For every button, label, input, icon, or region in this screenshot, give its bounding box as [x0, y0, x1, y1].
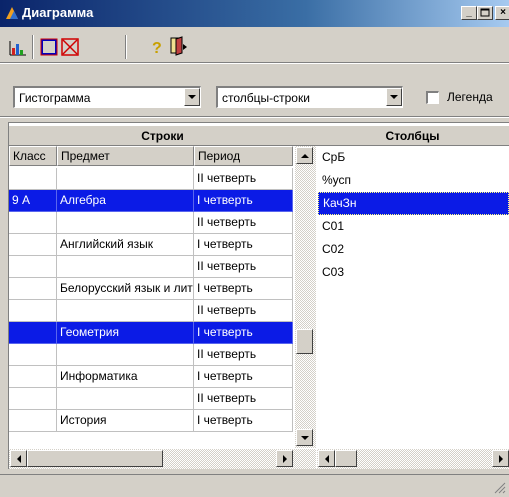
period-cell: II четверть	[194, 212, 293, 234]
table-row[interactable]: 9 А Алгебра I четверть	[9, 190, 293, 212]
subject-cell: Алгебра	[57, 190, 194, 212]
subject-cell	[57, 168, 194, 190]
table-row[interactable]: Белорусский язык и литератураI четверть	[9, 278, 293, 300]
scroll-right-button[interactable]	[492, 450, 509, 467]
rows-scroll-thumb[interactable]	[296, 329, 313, 354]
bar-chart-icon[interactable]	[8, 38, 28, 58]
class-cell	[9, 256, 57, 278]
period-cell: I четверть	[194, 366, 293, 388]
table-row[interactable]: История I четверть	[9, 410, 293, 432]
clear-frame-icon[interactable]	[60, 37, 80, 57]
scroll-left-button[interactable]	[10, 450, 27, 467]
period-cell: I четверть	[194, 190, 293, 212]
scroll-down-button[interactable]	[296, 429, 313, 446]
toolbar-divider	[0, 62, 509, 64]
list-item[interactable]: С03	[318, 261, 509, 284]
options-divider	[0, 116, 509, 118]
period-cell: I четверть	[194, 278, 293, 300]
chart-type-value: Гистограмма	[19, 91, 91, 105]
legend-label: Легенда	[447, 90, 493, 104]
subject-cell: Информатика	[57, 366, 194, 388]
rows-group-header: Строки	[9, 126, 316, 146]
columns-group-header: Столбцы	[316, 126, 509, 146]
subject-cell: Геометрия	[57, 322, 194, 344]
subject-cell	[57, 212, 194, 234]
class-cell	[9, 344, 57, 366]
period-cell: II четверть	[194, 168, 293, 190]
subject-cell	[57, 344, 194, 366]
class-cell	[9, 410, 57, 432]
table-row[interactable]: II четверть	[9, 388, 293, 410]
class-cell	[9, 234, 57, 256]
class-cell: 9 А	[9, 190, 57, 212]
orientation-select[interactable]: столбцы-строки	[216, 86, 403, 108]
period-cell: I четверть	[194, 322, 293, 344]
subject-cell	[57, 388, 194, 410]
class-cell	[9, 366, 57, 388]
close-button[interactable]: ×	[495, 6, 509, 20]
scroll-left-button[interactable]	[318, 450, 335, 467]
subject-cell: Английский язык	[57, 234, 194, 256]
frame-icon[interactable]	[39, 37, 59, 57]
period-cell: II четверть	[194, 344, 293, 366]
list-item[interactable]: %усп	[318, 169, 509, 192]
class-cell	[9, 300, 57, 322]
column-header-subject[interactable]: Предмет	[57, 146, 194, 166]
column-header-period[interactable]: Период	[194, 146, 293, 166]
resize-grip-icon[interactable]	[492, 480, 506, 494]
list-item[interactable]: С01	[318, 215, 509, 238]
list-item[interactable]: С02	[318, 238, 509, 261]
help-icon[interactable]: ?	[146, 37, 166, 57]
app-icon	[4, 5, 20, 21]
period-cell: II четверть	[194, 388, 293, 410]
table-row[interactable]: II четверть	[9, 300, 293, 322]
maximize-button[interactable]	[477, 6, 493, 20]
list-item[interactable]: КачЗн	[318, 192, 509, 215]
table-row[interactable]: II четверть	[9, 212, 293, 234]
class-cell	[9, 212, 57, 234]
class-cell	[9, 388, 57, 410]
table-row[interactable]: II четверть	[9, 344, 293, 366]
svg-text:?: ?	[152, 40, 162, 56]
window-title: Диаграмма	[22, 5, 94, 20]
period-cell: I четверть	[194, 410, 293, 432]
toolbar-separator	[125, 35, 127, 59]
class-cell	[9, 168, 57, 190]
scroll-up-button[interactable]	[296, 147, 313, 164]
subject-cell	[57, 256, 194, 278]
columns-hscroll-thumb[interactable]	[335, 450, 357, 467]
column-header-class[interactable]: Класс	[9, 146, 57, 166]
rows-vertical-scrollbar[interactable]	[295, 146, 316, 448]
period-cell: II четверть	[194, 300, 293, 322]
chevron-down-icon[interactable]	[184, 88, 200, 106]
table-row[interactable]: II четверть	[9, 168, 293, 190]
subject-cell: Белорусский язык и литература	[57, 278, 194, 300]
table-row[interactable]: Английский язык I четверть	[9, 234, 293, 256]
chart-type-select[interactable]: Гистограмма	[13, 86, 201, 108]
legend-checkbox[interactable]	[426, 91, 439, 104]
period-cell: II четверть	[194, 256, 293, 278]
chevron-down-icon[interactable]	[386, 88, 402, 106]
class-cell	[9, 322, 57, 344]
status-bar	[0, 474, 509, 497]
minimize-button[interactable]: _	[461, 6, 477, 20]
table-row[interactable]: Геометрия I четверть	[9, 322, 293, 344]
subject-cell	[57, 300, 194, 322]
class-cell	[9, 278, 57, 300]
toolbar-separator	[32, 35, 34, 59]
table-row[interactable]: II четверть	[9, 256, 293, 278]
subject-cell: История	[57, 410, 194, 432]
scroll-right-button[interactable]	[276, 450, 293, 467]
orientation-value: столбцы-строки	[222, 91, 310, 105]
exit-icon[interactable]	[168, 36, 188, 56]
period-cell: I четверть	[194, 234, 293, 256]
table-row[interactable]: Информатика I четверть	[9, 366, 293, 388]
rows-hscroll-thumb[interactable]	[27, 450, 163, 467]
list-item[interactable]: СрБ	[318, 146, 509, 169]
